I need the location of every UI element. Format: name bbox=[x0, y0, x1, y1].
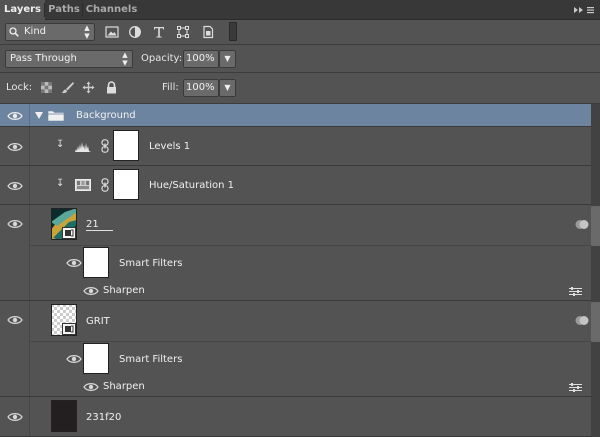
layer-mask-thumbnail[interactable] bbox=[113, 130, 139, 161]
clipping-mask-arrow-icon: ↧ bbox=[56, 178, 65, 189]
eye-visibility-icon[interactable] bbox=[66, 258, 82, 268]
shape-filter-icon[interactable] bbox=[176, 25, 190, 39]
layer-row-background-group[interactable]: Background bbox=[0, 104, 591, 127]
filter-name[interactable]: Sharpen bbox=[103, 381, 145, 392]
layer-mask-thumbnail[interactable] bbox=[113, 169, 139, 200]
tab-paths[interactable]: Paths bbox=[45, 0, 83, 20]
smart-filters-mask-toggle-icon[interactable] bbox=[575, 219, 589, 230]
tab-layers[interactable]: Layers bbox=[0, 0, 45, 21]
panel-menu-button[interactable] bbox=[571, 3, 597, 17]
eye-visibility-icon[interactable] bbox=[66, 354, 82, 364]
adjustment-filter-icon[interactable] bbox=[128, 25, 142, 39]
layer-row-levels-1[interactable]: ↧ Levels 1 bbox=[0, 127, 591, 166]
layer-name[interactable]: Background bbox=[76, 110, 136, 121]
filter-toggle-switch[interactable] bbox=[229, 22, 237, 41]
eye-visibility-icon[interactable] bbox=[7, 219, 23, 229]
layer-row-smart-object-21[interactable]: 21 Smart Filters Sharpen bbox=[0, 205, 591, 301]
double-chevron-menu-icon bbox=[574, 7, 594, 14]
levels-histogram-icon bbox=[75, 142, 91, 152]
filter-kind-dropdown[interactable]: Kind ▲ ▼ bbox=[5, 23, 95, 41]
eye-visibility-icon[interactable] bbox=[7, 412, 23, 422]
layer-name[interactable]: GRIT bbox=[86, 316, 110, 327]
layer-thumbnail-solid[interactable] bbox=[51, 400, 77, 432]
search-icon bbox=[9, 27, 19, 37]
layer-name[interactable]: Hue/Saturation 1 bbox=[149, 180, 234, 191]
divider bbox=[30, 341, 591, 342]
blend-mode-value: Pass Through bbox=[10, 53, 77, 64]
blend-toolbar: Pass Through ▲ ▼ Opacity: 100% ▼ bbox=[0, 45, 600, 73]
hue-saturation-icon bbox=[75, 179, 91, 191]
lock-toolbar: Lock: Fill: 100% ▼ bbox=[0, 73, 600, 104]
layer-row-hue-saturation-1[interactable]: ↧ Hue/Saturation 1 bbox=[0, 166, 591, 205]
layer-row-231f20[interactable]: 231f20 bbox=[0, 397, 591, 437]
opacity-label: Opacity: bbox=[141, 53, 183, 64]
lock-image-pixels-brush-icon[interactable] bbox=[61, 81, 74, 94]
filter-blending-options-icon[interactable] bbox=[569, 383, 582, 392]
smart-filters-mask-toggle-icon[interactable] bbox=[575, 315, 589, 326]
filter-toolbar: Kind ▲ ▼ bbox=[0, 20, 600, 45]
fill-input[interactable]: 100% bbox=[183, 79, 219, 97]
eye-visibility-icon[interactable] bbox=[7, 142, 23, 152]
layers-scrollbar-thumb[interactable] bbox=[591, 206, 600, 246]
blend-mode-dropdown[interactable]: Pass Through ▲ ▼ bbox=[5, 50, 133, 68]
layer-name[interactable]: 231f20 bbox=[86, 412, 121, 423]
eye-visibility-icon[interactable] bbox=[7, 181, 23, 191]
smart-object-badge-icon bbox=[62, 227, 76, 239]
layer-name[interactable]: 21 bbox=[86, 219, 113, 231]
smart-filters-label[interactable]: Smart Filters bbox=[119, 354, 182, 365]
layers-scrollbar-thumb-lower[interactable] bbox=[591, 302, 600, 342]
filter-name[interactable]: Sharpen bbox=[103, 285, 145, 296]
eye-visibility-icon[interactable] bbox=[7, 315, 23, 325]
fill-label: Fill: bbox=[162, 82, 179, 93]
layer-name[interactable]: Levels 1 bbox=[149, 141, 190, 152]
lock-position-move-icon[interactable] bbox=[82, 81, 95, 94]
layers-scrollbar-track[interactable] bbox=[591, 104, 600, 437]
lock-label: Lock: bbox=[6, 82, 33, 93]
disclosure-triangle-down-icon[interactable] bbox=[35, 112, 43, 119]
panel-tab-bar: Layers Paths Channels bbox=[0, 0, 600, 21]
pixel-filter-icon[interactable] bbox=[105, 25, 119, 39]
type-filter-icon[interactable] bbox=[152, 25, 166, 39]
eye-visibility-icon[interactable] bbox=[83, 286, 99, 296]
fill-slider-button[interactable]: ▼ bbox=[219, 79, 236, 97]
smart-filter-mask-thumbnail[interactable] bbox=[83, 343, 109, 374]
divider bbox=[30, 245, 591, 246]
mask-link-chain-icon[interactable] bbox=[101, 139, 109, 153]
filter-blending-options-icon[interactable] bbox=[569, 287, 582, 296]
lock-transparent-pixels-icon[interactable] bbox=[40, 81, 53, 94]
dropdown-arrows-icon: ▲ ▼ bbox=[84, 24, 90, 40]
smart-filter-mask-thumbnail[interactable] bbox=[83, 247, 109, 278]
dropdown-arrows-icon: ▲ ▼ bbox=[122, 51, 128, 67]
tab-channels[interactable]: Channels bbox=[83, 0, 140, 20]
layer-row-smart-object-grit[interactable]: GRIT Smart Filters Sharpen bbox=[0, 301, 591, 397]
lock-all-icon[interactable] bbox=[105, 81, 118, 94]
opacity-slider-button[interactable]: ▼ bbox=[219, 50, 236, 68]
smart-object-filter-icon[interactable] bbox=[201, 25, 215, 39]
clipping-mask-arrow-icon: ↧ bbox=[56, 139, 65, 150]
folder-icon bbox=[47, 110, 65, 122]
mask-link-chain-icon[interactable] bbox=[101, 178, 109, 192]
eye-visibility-icon[interactable] bbox=[7, 111, 23, 121]
smart-object-badge-icon bbox=[62, 323, 76, 335]
opacity-input[interactable]: 100% bbox=[183, 50, 219, 68]
eye-visibility-icon[interactable] bbox=[83, 382, 99, 392]
smart-filters-label[interactable]: Smart Filters bbox=[119, 258, 182, 269]
